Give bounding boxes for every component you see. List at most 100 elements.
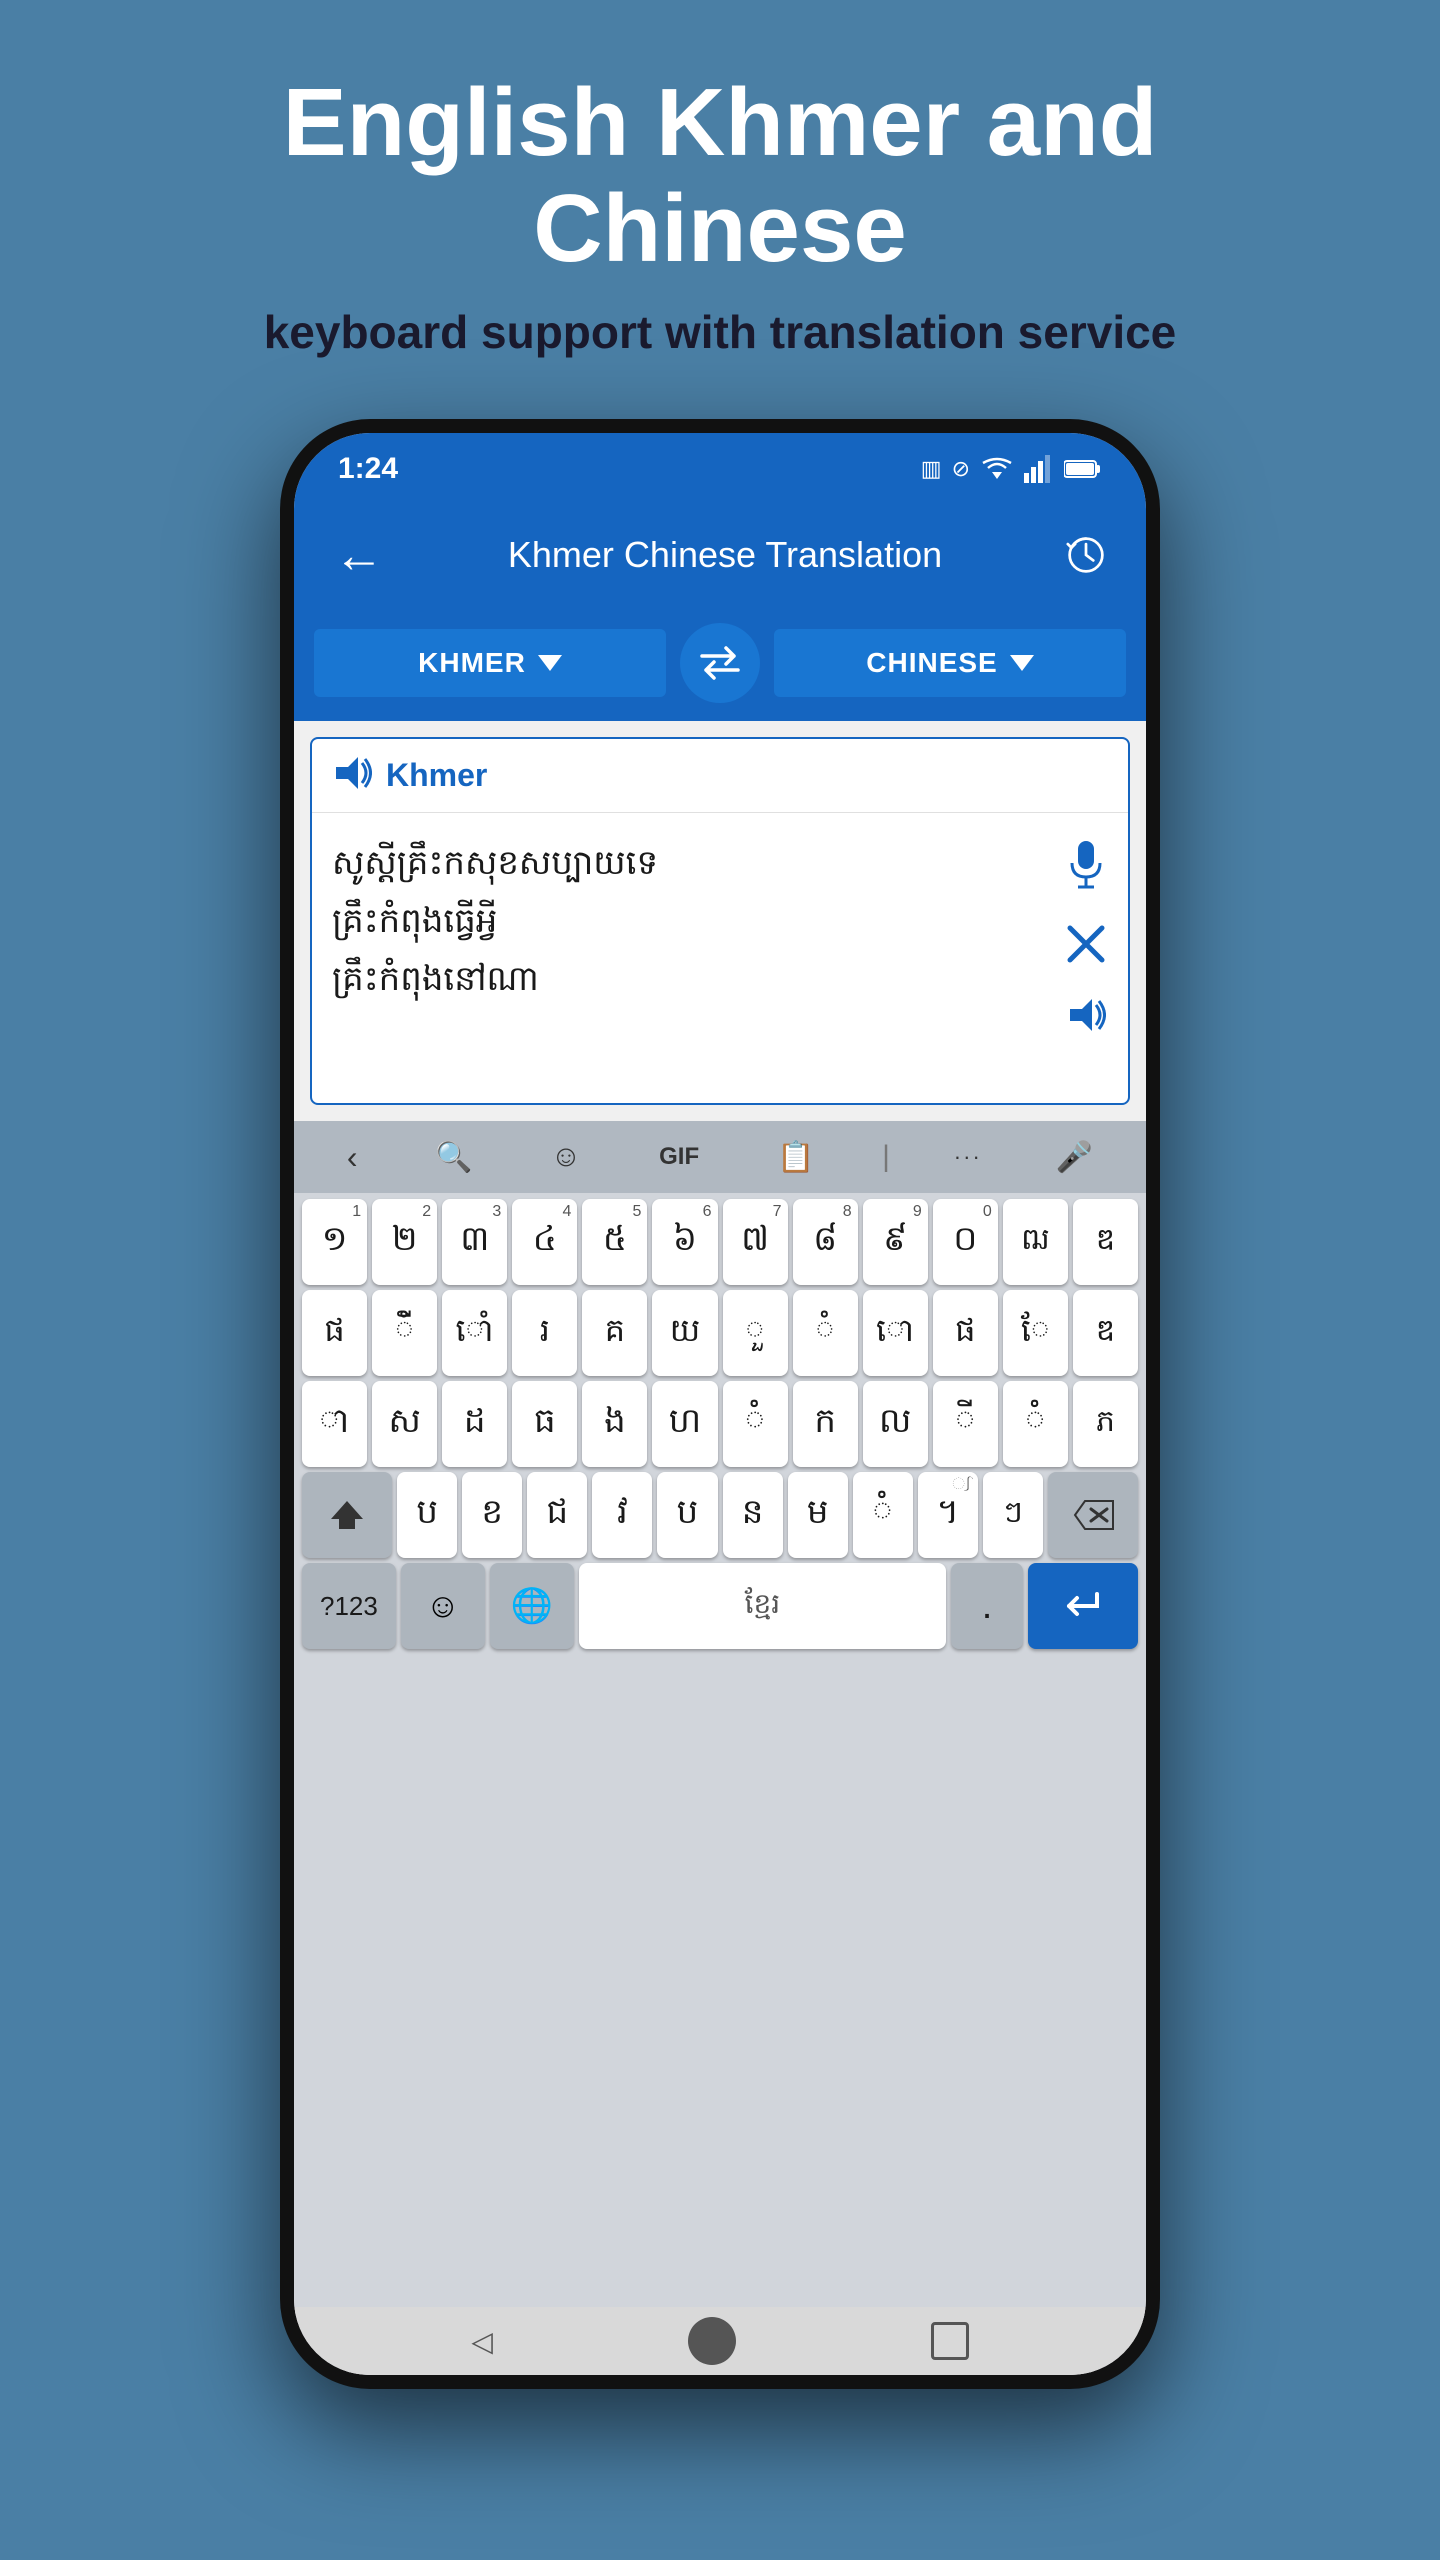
- kb-key[interactable]: ី: [933, 1381, 998, 1467]
- kb-char: ំ: [816, 1310, 835, 1357]
- kb-num123-key[interactable]: ?123: [302, 1563, 396, 1649]
- kb-key[interactable]: ំ: [1003, 1381, 1068, 1467]
- kb-shift-key[interactable]: [302, 1472, 392, 1558]
- kb-period-key[interactable]: .: [951, 1563, 1023, 1649]
- kb-key[interactable]: ផ: [302, 1290, 367, 1376]
- status-bar: 1:24 ▥ ⊘: [294, 433, 1146, 505]
- kb-char: ភ: [1096, 1402, 1115, 1446]
- kb-mic-icon[interactable]: 🎤: [1046, 1140, 1103, 1175]
- globe-icon: 🌐: [511, 1586, 553, 1626]
- kb-key[interactable]: រ: [512, 1290, 577, 1376]
- kb-more-icon[interactable]: ···: [948, 1144, 988, 1170]
- kb-key[interactable]: ជ: [527, 1472, 587, 1558]
- source-lang-button[interactable]: KHMER: [314, 629, 666, 697]
- kb-key[interactable]: ង: [582, 1381, 647, 1467]
- kb-key[interactable]: ហ: [652, 1381, 717, 1467]
- swap-button[interactable]: [680, 623, 760, 703]
- kb-emoji-icon[interactable]: ☺: [541, 1140, 592, 1174]
- sim-icon: ▥: [921, 456, 942, 482]
- kb-back-icon[interactable]: ‹: [337, 1139, 368, 1176]
- kb-char: ល: [879, 1399, 911, 1449]
- mic-button[interactable]: [1068, 839, 1104, 896]
- kb-emoji-key[interactable]: ☺: [401, 1563, 485, 1649]
- kb-key[interactable]: 4 ៤: [512, 1199, 577, 1285]
- kb-char: ផ: [955, 1310, 975, 1357]
- nav-recents-icon[interactable]: [931, 2322, 969, 2360]
- kb-num: 9: [913, 1203, 922, 1221]
- kb-key[interactable]: ំ: [853, 1472, 913, 1558]
- kb-key[interactable]: 9 ៩: [863, 1199, 928, 1285]
- kb-key[interactable]: ៗ: [983, 1472, 1043, 1558]
- kb-space-key[interactable]: ខ្មែរ: [579, 1563, 946, 1649]
- kb-char: ១: [322, 1217, 348, 1267]
- status-time: 1:24: [338, 452, 398, 486]
- kb-period-label: .: [982, 1585, 993, 1628]
- kb-key[interactable]: វ: [592, 1472, 652, 1558]
- kb-key[interactable]: ឌ: [1073, 1290, 1138, 1376]
- speaker-button[interactable]: [332, 755, 372, 796]
- kb-key[interactable]: ឍ: [1003, 1199, 1068, 1285]
- kb-key[interactable]: យ: [652, 1290, 717, 1376]
- kb-key[interactable]: ែ: [1003, 1290, 1068, 1376]
- phone-container: 1:24 ▥ ⊘: [280, 419, 1160, 2389]
- kb-key[interactable]: ល: [863, 1381, 928, 1467]
- kb-key[interactable]: 7 ៧: [723, 1199, 788, 1285]
- history-button[interactable]: [1056, 525, 1116, 585]
- kb-num: 5: [633, 1203, 642, 1221]
- kb-key[interactable]: 5 ៥: [582, 1199, 647, 1285]
- kb-delete-key[interactable]: [1048, 1472, 1138, 1558]
- kb-key[interactable]: ីំ: [372, 1290, 437, 1376]
- tts-button[interactable]: [1066, 997, 1106, 1038]
- kb-key[interactable]: ោំ: [442, 1290, 507, 1376]
- kb-key[interactable]: គ: [582, 1290, 647, 1376]
- kb-key[interactable]: ᳡ ។: [918, 1472, 978, 1558]
- kb-key[interactable]: 0 ០: [933, 1199, 998, 1285]
- nav-home-icon[interactable]: [688, 2317, 736, 2365]
- kb-key[interactable]: 3 ៣: [442, 1199, 507, 1285]
- kb-key[interactable]: ស: [372, 1381, 437, 1467]
- kb-key[interactable]: ួ: [723, 1290, 788, 1376]
- kb-key[interactable]: ម: [788, 1472, 848, 1558]
- kb-char: ន: [742, 1490, 764, 1540]
- kb-clipboard-icon[interactable]: 📋: [767, 1140, 824, 1175]
- kb-char: ីំ: [395, 1310, 414, 1357]
- kb-char: ក: [814, 1399, 836, 1449]
- kb-key[interactable]: ន: [723, 1472, 783, 1558]
- kb-key[interactable]: ដ: [442, 1381, 507, 1467]
- kb-key[interactable]: ោ: [863, 1290, 928, 1376]
- clear-button[interactable]: [1064, 922, 1108, 971]
- target-lang-button[interactable]: CHINESE: [774, 629, 1126, 697]
- kb-key[interactable]: ំ: [723, 1381, 788, 1467]
- delete-icon: [1071, 1499, 1115, 1531]
- kb-gif-label[interactable]: GIF: [649, 1143, 709, 1171]
- keyboard-rows: 1 ១ 2 ២ 3 ៣ 4 ៤: [294, 1193, 1146, 2307]
- kb-key[interactable]: ភ: [1073, 1381, 1138, 1467]
- kb-key[interactable]: 8 ៨: [793, 1199, 858, 1285]
- kb-key[interactable]: ំ: [793, 1290, 858, 1376]
- kb-char: វ: [617, 1490, 628, 1540]
- kb-enter-key[interactable]: [1028, 1563, 1138, 1649]
- kb-search-icon[interactable]: 🔍: [425, 1140, 482, 1175]
- back-button[interactable]: ←: [324, 520, 394, 590]
- kb-bottom-row: ?123 ☺ 🌐 ខ្មែរ .: [302, 1563, 1138, 1649]
- kb-key[interactable]: ខ: [462, 1472, 522, 1558]
- kb-key[interactable]: ធ: [512, 1381, 577, 1467]
- kb-key[interactable]: ផ: [933, 1290, 998, 1376]
- target-lang-dropdown-icon: [1010, 655, 1034, 671]
- kb-globe-key[interactable]: 🌐: [490, 1563, 574, 1649]
- kb-key[interactable]: ប: [397, 1472, 457, 1558]
- kb-key[interactable]: ក: [793, 1381, 858, 1467]
- kb-char: ហ: [669, 1399, 701, 1449]
- nav-back-icon[interactable]: ◁: [471, 2325, 493, 2358]
- kb-key[interactable]: 1 ១: [302, 1199, 367, 1285]
- kb-key[interactable]: ឌ: [1073, 1199, 1138, 1285]
- kb-key[interactable]: ា: [302, 1381, 367, 1467]
- kb-char: ផ: [324, 1310, 344, 1357]
- action-buttons: [1064, 835, 1108, 1081]
- source-text[interactable]: សូស្តីគ្រឹះកសុខសប្បាយទេ គ្រឹះកំពុងធ្វើអ្…: [332, 835, 1048, 1081]
- kb-key[interactable]: ប: [657, 1472, 717, 1558]
- kb-key[interactable]: 6 ៦: [652, 1199, 717, 1285]
- page-background: English Khmer and Chinese keyboard suppo…: [0, 0, 1440, 2560]
- kb-key[interactable]: 2 ២: [372, 1199, 437, 1285]
- kb-char: ី: [955, 1399, 975, 1449]
